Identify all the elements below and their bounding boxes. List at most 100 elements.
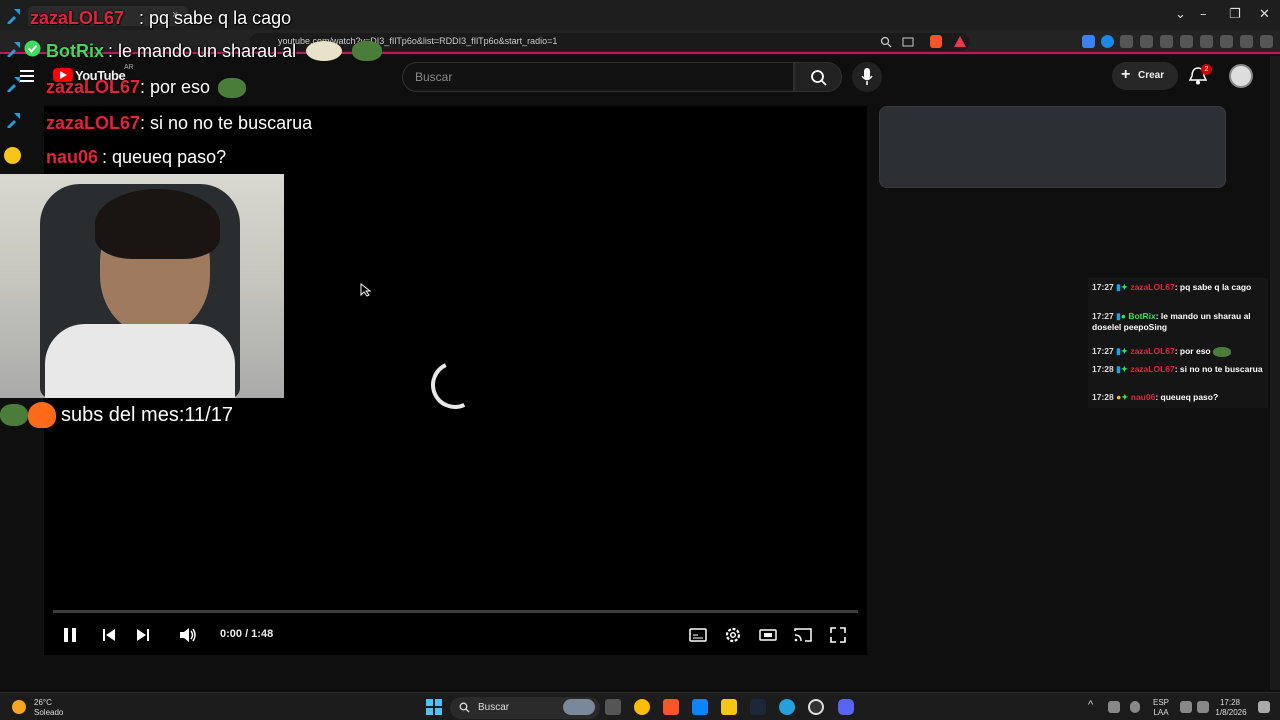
next-icon[interactable] [133,625,153,645]
file-explorer-icon[interactable] [721,699,737,715]
tab-search-icon[interactable]: ⌄ [1175,7,1186,22]
screen: × ⌄ – ❐ ✕ youtube.com/watch?v=DI3_fIlTp6… [0,0,1280,720]
menu-icon[interactable] [1260,35,1273,48]
chat-log-line: 17:27 ▮✦ zazaLOL67: por eso [1092,346,1264,357]
mic-tray-icon[interactable] [1130,701,1140,713]
windows-start-icon[interactable] [426,699,442,715]
progress-bar[interactable] [53,610,858,613]
wallet-icon[interactable] [1200,35,1213,48]
vpn-icon[interactable] [1240,35,1253,48]
store-icon[interactable] [692,699,708,715]
language-bottom[interactable]: LAA [1150,708,1172,718]
extension-icon[interactable] [1101,35,1114,48]
chat-log-message: : pq sabe q la cago [1174,282,1252,292]
weather-desc[interactable]: Soleado [34,708,63,718]
extension-icon[interactable] [1120,35,1133,48]
search-icon [811,70,827,86]
create-button[interactable]: + Crear [1112,62,1178,90]
brave-shield-icon[interactable] [930,35,942,48]
chat-message: : le mando un sharau al [108,41,297,61]
mouse-cursor-icon [360,283,372,297]
clock-time[interactable]: 17:28 [1214,698,1246,708]
brave-icon[interactable] [663,699,679,715]
account-avatar[interactable] [1229,64,1253,88]
time-display: 0:00 / 1:48 [220,628,274,640]
clock-date[interactable]: 1/8/2026 [1212,708,1250,718]
prime-badge-icon: ✦ [1120,364,1128,374]
twitch-badge-icon [7,9,20,24]
hamburger-menu-icon[interactable] [20,70,34,82]
taskbar-search-label: Buscar [478,702,510,713]
steam-icon[interactable] [750,699,766,715]
chat-log-user: zazaLOL67 [1130,364,1175,374]
notification-center-icon[interactable] [1258,701,1270,713]
extensions-icon[interactable] [1160,35,1173,48]
chat-log-time: 17:27 [1092,311,1114,321]
chat-log-user: zazaLOL67 [1130,282,1175,292]
chat-log-message: : si no no te buscarua [1174,364,1263,374]
subtitles-icon[interactable] [688,625,708,645]
chat-username: BotRix [46,41,104,61]
search-highlight-icon[interactable] [563,699,595,715]
maximize-icon[interactable]: ❐ [1229,7,1241,22]
search-button[interactable] [794,62,842,92]
fullscreen-icon[interactable] [828,625,848,645]
app-icon[interactable] [779,699,795,715]
language-top[interactable]: ESP [1150,698,1172,708]
pepe-emote-icon [352,41,382,61]
pause-icon[interactable] [60,625,80,645]
extension-icon[interactable] [1082,35,1095,48]
fire-emote-icon [28,402,56,428]
weather-sun-icon[interactable] [12,700,26,714]
country-code: AR [124,64,134,71]
weather-temp[interactable]: 26°C [34,698,52,708]
theater-mode-icon[interactable] [758,625,778,645]
network-icon[interactable] [1180,701,1192,713]
volume-icon[interactable] [178,625,198,645]
settings-gear-icon[interactable] [723,625,743,645]
search-placeholder: Buscar [415,70,453,84]
chat-log-message: : queueq paso? [1155,392,1219,402]
verified-badge-icon [24,40,41,57]
prime-badge-icon: ✦ [1121,392,1129,402]
chat-log-panel: 17:27 ▮✦ zazaLOL67: pq sabe q la cago 17… [1088,278,1268,408]
media-icon[interactable] [902,36,914,48]
speaker-icon[interactable] [1197,701,1209,713]
windows-taskbar: 26°C Soleado Buscar ^ ESP LAA 17:28 1/8/… [0,692,1280,720]
create-label: Crear [1138,70,1165,81]
pepe-emote-icon [1213,346,1231,357]
voice-search-button[interactable] [852,62,882,92]
chat-log-message: : por eso [1174,346,1211,356]
chat-log-user: BotRix [1128,311,1156,321]
pepe-emote-icon [218,78,246,98]
task-view-icon[interactable] [605,699,621,715]
show-hidden-icons-icon[interactable]: ^ [1088,700,1093,711]
leo-icon[interactable] [1220,35,1233,48]
subs-text: subs del mes:11/17 [61,404,233,426]
sidebar-icon[interactable] [1180,35,1193,48]
discord-tray-icon[interactable] [1108,701,1120,713]
chat-message: : queueq paso? [102,147,227,167]
verified-badge-icon: ● [1120,311,1126,321]
previous-icon[interactable] [99,625,119,645]
search-icon [459,702,470,713]
cast-icon[interactable] [793,625,813,645]
minimize-icon[interactable]: – [1200,7,1207,22]
download-icon[interactable] [1140,35,1153,48]
page-scrollbar[interactable] [1270,56,1280,690]
chat-log-time: 17:27 [1092,346,1114,356]
webcam-feed [0,174,284,398]
plus-icon: + [1121,66,1131,83]
discord-icon[interactable] [838,699,854,715]
chat-log-time: 17:27 [1092,282,1114,292]
close-window-icon[interactable]: ✕ [1259,7,1270,22]
zoom-icon[interactable] [880,36,892,48]
sub-badge-icon [4,147,21,164]
obs-icon[interactable] [808,699,824,715]
search-input[interactable]: Buscar [402,62,794,92]
sidebar-ad-placeholder [879,106,1226,188]
brave-rewards-icon[interactable] [954,36,966,47]
emote-icon [306,41,342,61]
chat-log-user: zazaLOL67 [1130,346,1175,356]
chrome-icon[interactable] [634,699,650,715]
